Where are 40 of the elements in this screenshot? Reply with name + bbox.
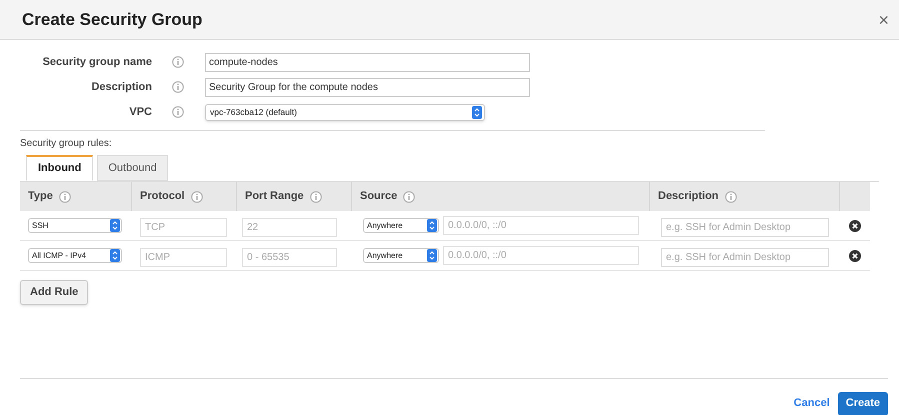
add-rule-button[interactable]: Add Rule (20, 280, 88, 305)
type-select[interactable]: All ICMP - IPv4 (28, 248, 122, 263)
tab[interactable]: Outbound (97, 155, 168, 181)
stepper-icon (427, 249, 437, 262)
info-icon (724, 190, 737, 202)
text-field[interactable]: Security Group for the compute nodes (205, 78, 530, 96)
description-field[interactable]: e.g. SSH for Admin Desktop (661, 218, 829, 236)
source-select[interactable]: Anywhere (363, 248, 439, 263)
info-icon (172, 106, 184, 118)
info-icon (190, 190, 203, 202)
info-icon (172, 56, 184, 68)
section-label: Security group rules: (20, 137, 113, 151)
stepper-icon (472, 106, 482, 118)
type-select[interactable]: SSH (28, 218, 122, 233)
column-header: Port Range (245, 189, 304, 204)
create-button[interactable]: Create (838, 392, 888, 415)
info-icon (403, 190, 416, 202)
info-icon (310, 190, 322, 202)
dialog-title: Create Security Group (22, 8, 202, 31)
column-header: Description (658, 189, 719, 204)
column-header: Type (28, 189, 53, 204)
source-select[interactable]: Anywhere (363, 218, 439, 233)
info-icon (58, 190, 71, 202)
stepper-icon (110, 249, 120, 262)
info-icon (172, 81, 184, 93)
field-label: Description (90, 80, 152, 95)
select-field[interactable]: vpc-763cba12 (default) (205, 104, 485, 120)
remove-icon[interactable] (849, 220, 861, 232)
close-button[interactable]: × (878, 10, 889, 28)
stepper-icon (427, 219, 437, 232)
stepper-icon (110, 219, 120, 232)
remove-icon[interactable] (849, 250, 861, 262)
column-header: Protocol (140, 189, 185, 204)
field-label: Security group name (42, 54, 152, 70)
description-field[interactable]: e.g. SSH for Admin Desktop (661, 248, 829, 266)
column-header: Source (360, 189, 398, 204)
field-label: VPC (128, 104, 152, 120)
text-field[interactable]: compute-nodes (205, 52, 530, 72)
cancel-button[interactable]: Cancel (794, 395, 830, 412)
tab[interactable]: Inbound (26, 155, 94, 181)
